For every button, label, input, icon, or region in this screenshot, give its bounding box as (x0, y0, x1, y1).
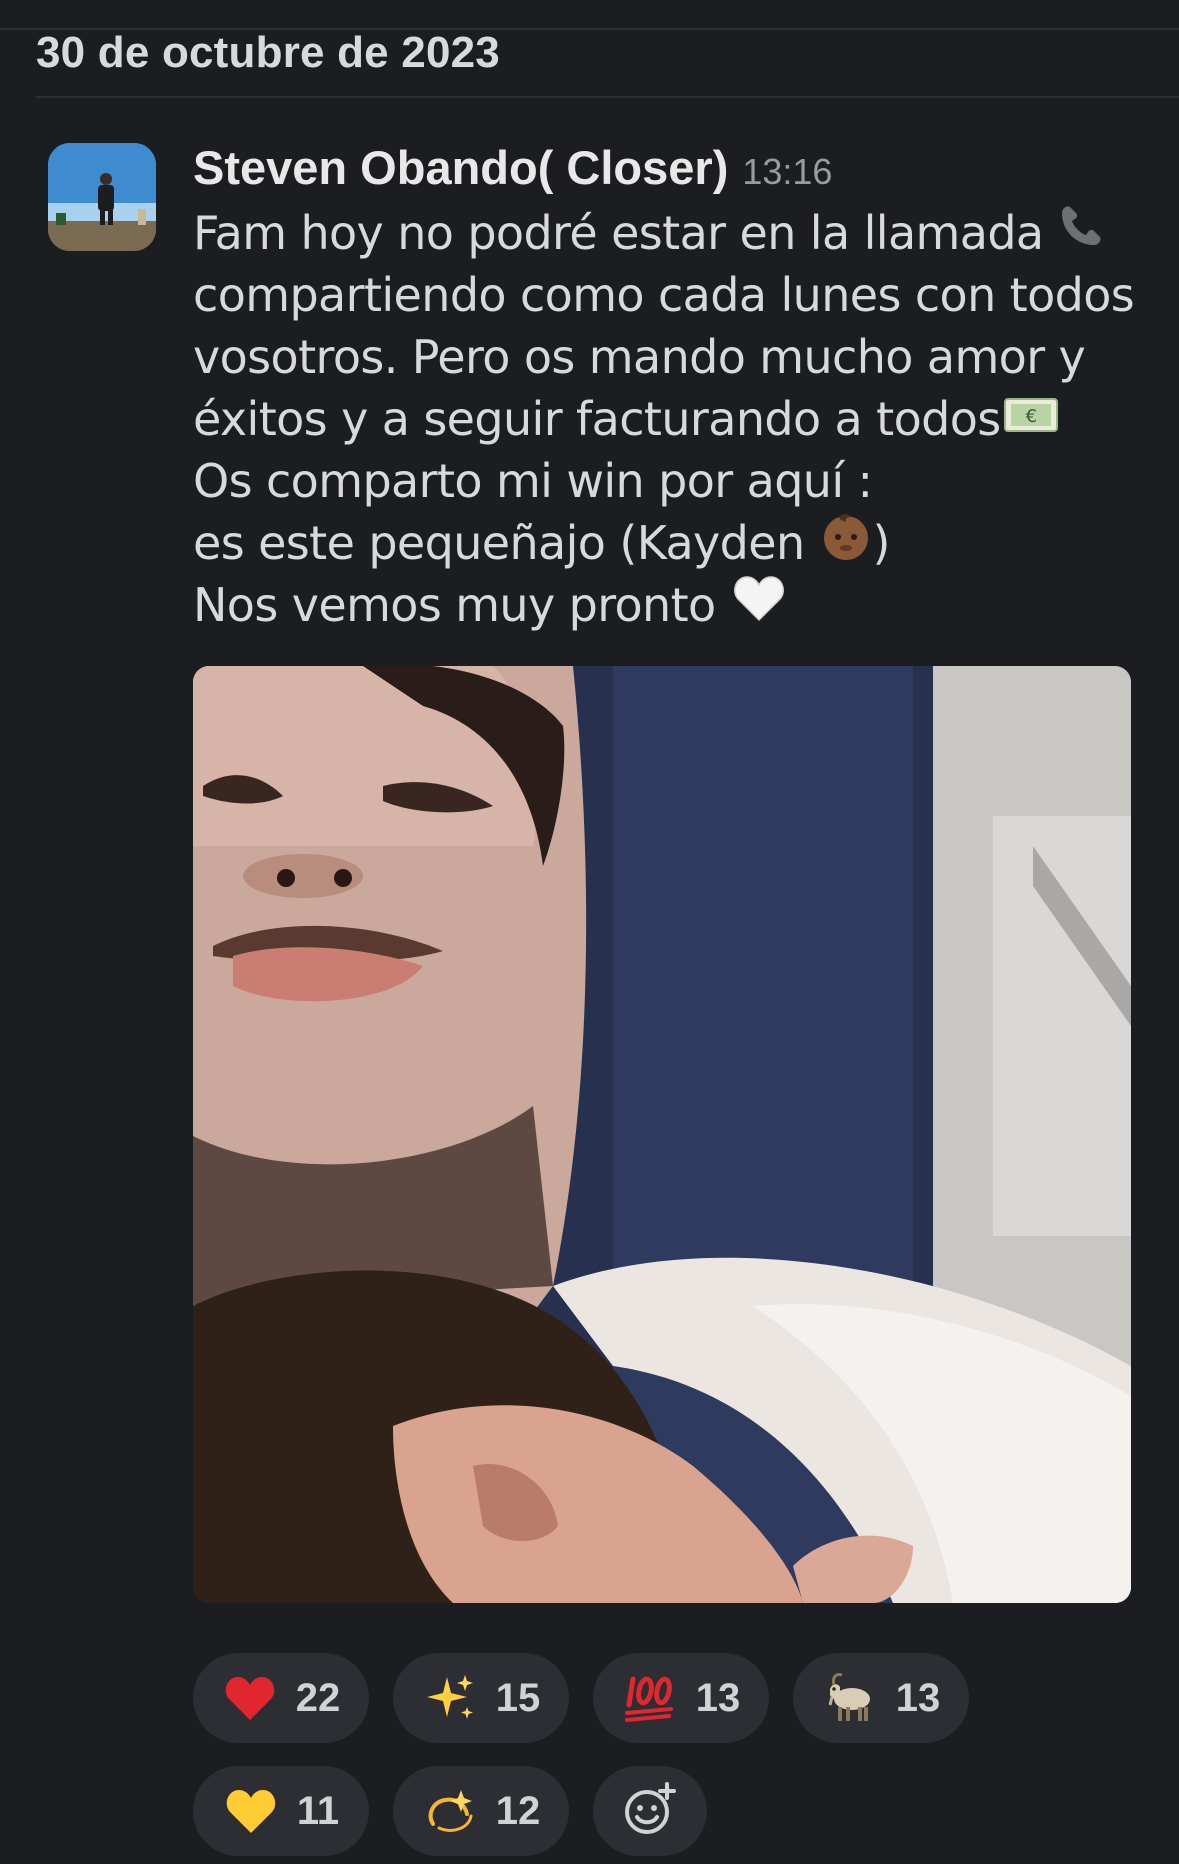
message-line-text: compartiendo como cada lunes con todos (193, 268, 1135, 322)
message-line-text: éxitos y a seguir facturando a todos (193, 392, 1001, 446)
reaction-dizzy[interactable]: 12 (393, 1766, 569, 1856)
svg-text:€: € (1025, 406, 1036, 427)
message-line-text: vosotros. Pero os mando mucho amor y (193, 330, 1086, 384)
message-line: vosotros. Pero os mando mucho amor y (193, 326, 1143, 388)
euro-banknote-icon: € (1003, 388, 1059, 450)
add-reaction-icon (621, 1780, 679, 1842)
sparkles-icon (422, 1670, 478, 1726)
message-line: Nos vemos muy pronto (193, 574, 1143, 636)
author-name[interactable]: Steven Obando( Closer) (193, 140, 728, 195)
message: Steven Obando( Closer) 13:16 Fam hoy no … (193, 140, 1143, 636)
timestamp[interactable]: 13:16 (742, 151, 832, 193)
message-line-text-after: ) (872, 516, 891, 570)
message-line: compartiendo como cada lunes con todos (193, 264, 1143, 326)
reaction-count: 11 (296, 1788, 340, 1833)
image-attachment[interactable] (193, 666, 1131, 1603)
red-heart-icon (222, 1670, 278, 1726)
reaction-count: 22 (295, 1675, 341, 1720)
message-line-text: Nos vemos muy pronto (193, 578, 716, 632)
message-header: Steven Obando( Closer) 13:16 (193, 140, 1143, 202)
message-line: Fam hoy no podré estar en la llamada (193, 202, 1143, 264)
reaction-goat[interactable]: 13 (793, 1653, 969, 1743)
reaction-yellow-heart[interactable]: 11 (193, 1766, 369, 1856)
reaction-count: 13 (895, 1675, 941, 1720)
baby-icon (819, 509, 873, 578)
message-line-text: es este pequeñajo (Kayden (193, 516, 805, 570)
date-divider-label: 30 de octubre de 2023 (36, 28, 500, 77)
reaction-sparkles[interactable]: 15 (393, 1653, 569, 1743)
date-divider-line (36, 96, 1179, 98)
message-line: es este pequeñajo (Kayden ) (193, 512, 1143, 574)
message-line: éxitos y a seguir facturando a todos € (193, 388, 1143, 450)
avatar-image (48, 143, 156, 251)
message-line-text: Fam hoy no podré estar en la llamada (193, 206, 1044, 260)
hundred-points-icon (622, 1670, 678, 1726)
message-line: Os comparto mi win por aquí : (193, 450, 1143, 512)
reaction-red-heart[interactable]: 22 (193, 1653, 369, 1743)
telephone-receiver-icon (1054, 199, 1108, 268)
yellow-heart-icon (223, 1783, 279, 1839)
white-heart-icon (732, 573, 786, 638)
reaction-count: 15 (495, 1675, 541, 1720)
message-line-text: Os comparto mi win por aquí : (193, 454, 873, 508)
reaction-count: 12 (495, 1788, 541, 1833)
reaction-count: 13 (695, 1675, 741, 1720)
attachment-photo (193, 666, 1131, 1603)
message-text: Fam hoy no podré estar en la llamada com… (193, 202, 1143, 636)
add-reaction-button[interactable] (593, 1766, 707, 1856)
reaction-hundred-points[interactable]: 13 (593, 1653, 769, 1743)
avatar[interactable] (48, 143, 156, 251)
dizzy-icon (422, 1783, 478, 1839)
goat-icon (822, 1670, 878, 1726)
